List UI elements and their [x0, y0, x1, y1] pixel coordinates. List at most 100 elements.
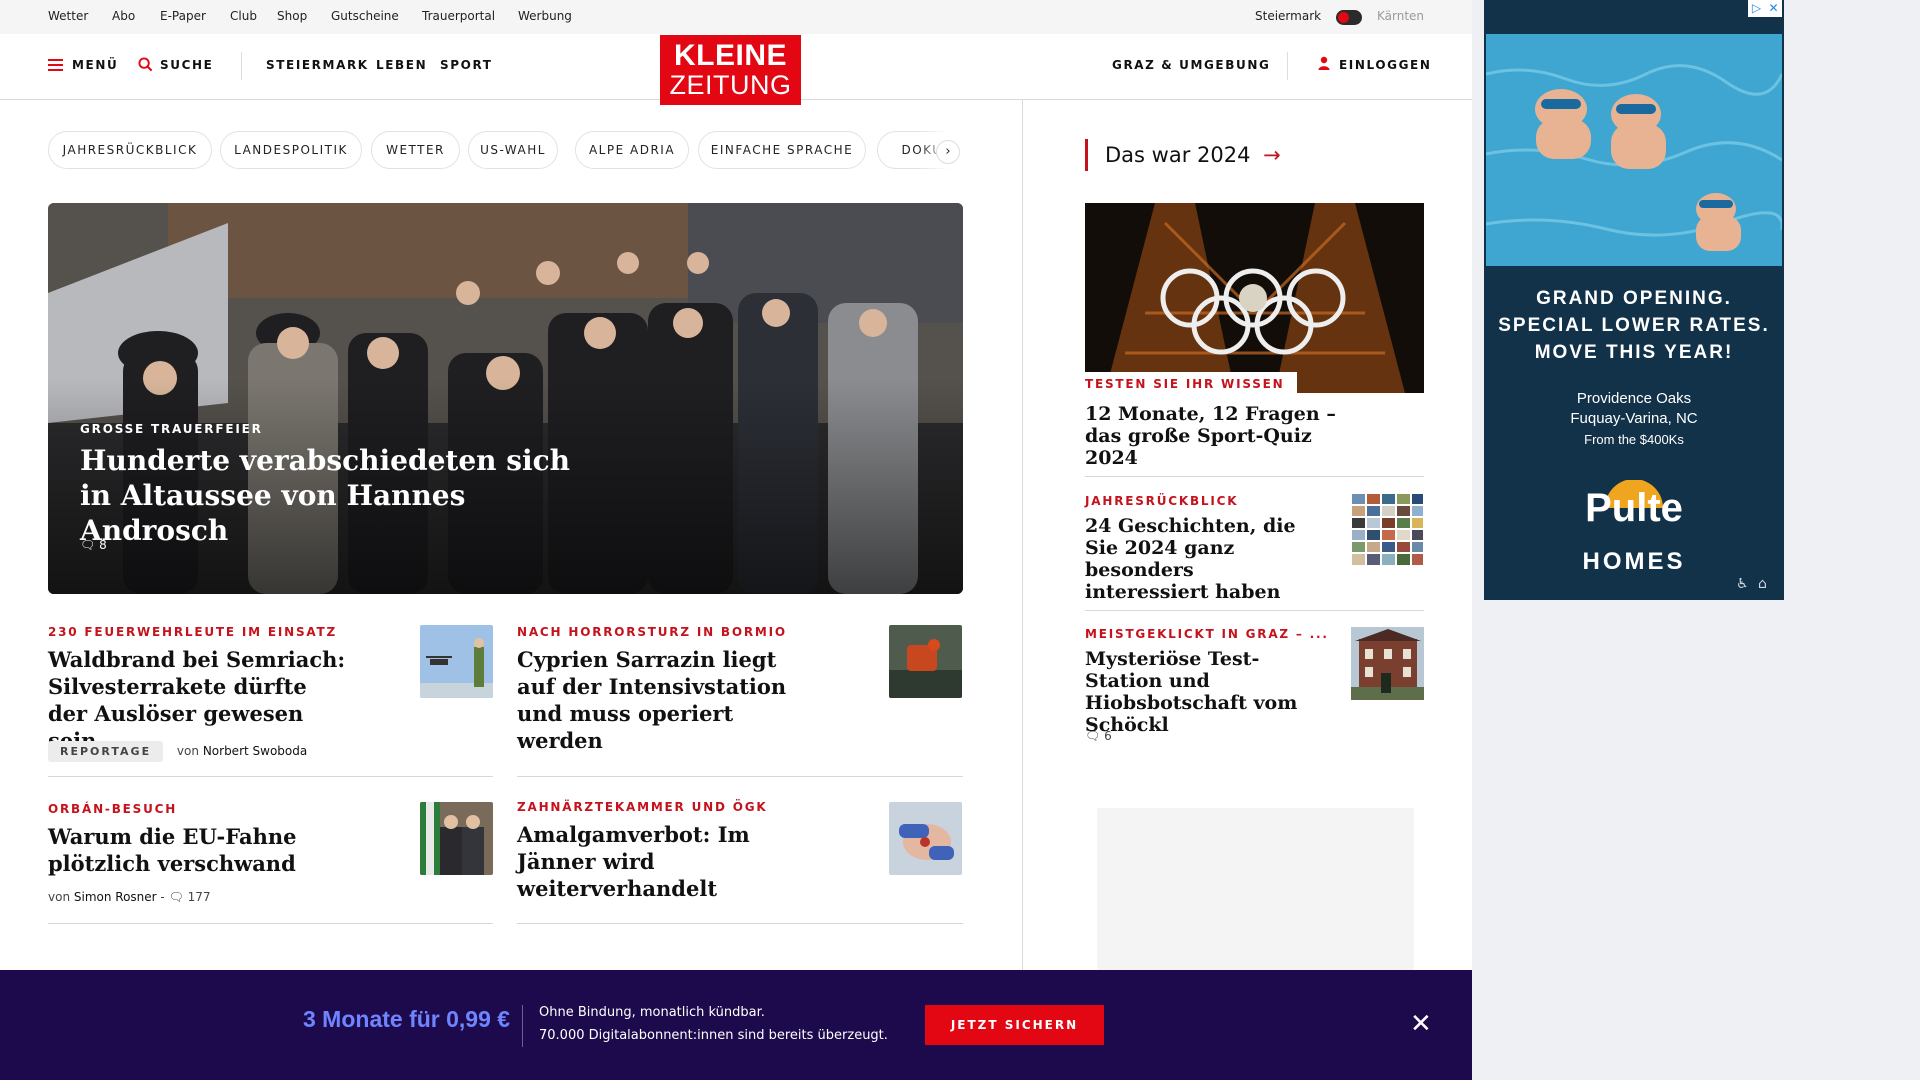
author-name[interactable]: Simon Rosner [74, 890, 157, 904]
feature-headline[interactable]: 12 Monate, 12 Fragen – das große Sport-Q… [1085, 403, 1345, 469]
sidebar-headline[interactable]: Mysteriöse Test-Station und Hiobsbotscha… [1085, 648, 1325, 736]
article-divider [517, 776, 963, 777]
article-headline[interactable]: Cyprien Sarrazin liegt auf der Intensivs… [517, 646, 817, 754]
equal-housing-icon: ⌂ [1758, 576, 1767, 592]
hero-comment-count[interactable]: 🗨 8 [80, 538, 107, 552]
article-headline[interactable]: Amalgamverbot: Im Jänner wird weiterverh… [517, 821, 817, 902]
region-kaernten[interactable]: Kärnten [1377, 9, 1424, 23]
nav-divider [241, 52, 242, 80]
tag-jahresrueckblick[interactable]: JAHRESRÜCKBLICK [48, 131, 212, 169]
sidebar-comment-count[interactable]: 🗨 6 [1085, 729, 1112, 743]
promo-line-2: 70.000 Digitalabonnent:innen sind bereit… [539, 1028, 888, 1043]
sidebar-headline[interactable]: 24 Geschichten, die Sie 2024 ganz besond… [1085, 515, 1320, 603]
utility-link-werbung[interactable]: Werbung [518, 9, 572, 23]
olympic-rings-image[interactable] [1085, 203, 1424, 393]
article-headline[interactable]: Waldbrand bei Semriach: Silvesterrakete … [48, 646, 348, 754]
article-teaser[interactable]: ORBÁN-BESUCH Warum die EU-Fahne plötzlic… [48, 802, 493, 877]
utility-link-abo[interactable]: Abo [112, 9, 135, 23]
close-icon[interactable]: ✕ [1410, 1010, 1432, 1038]
utility-link-epaper[interactable]: E-Paper [160, 9, 206, 23]
login-button[interactable]: EINLOGGEN [1339, 58, 1431, 72]
ad-community: Providence Oaks [1576, 390, 1692, 407]
article-headline[interactable]: Warum die EU-Fahne plötzlich verschwand [48, 823, 348, 877]
ad-price: From the $400Ks [1584, 432, 1684, 447]
nav-divider-right [1287, 52, 1288, 80]
sidebar-thumbnail[interactable] [1351, 493, 1424, 566]
nav-steiermark[interactable]: STEIERMARK [266, 58, 369, 72]
hero-article[interactable]: GROSSE TRAUERFEIER Hunderte verabschiede… [48, 203, 963, 594]
nav-graz-umgebung[interactable]: GRAZ & UMGEBUNG [1112, 58, 1270, 72]
promo-price: 3 Monate für 0,99 € [303, 1006, 511, 1032]
accessibility-icon: ♿ [1736, 576, 1749, 592]
article-teaser[interactable]: ZAHNÄRZTEKAMMER UND ÖGK Amalgamverbot: I… [517, 800, 962, 902]
column-divider [1022, 100, 1023, 970]
comment-icon: 🗨 [168, 890, 184, 904]
tag-einfache-sprache[interactable]: EINFACHE SPRACHE [698, 131, 866, 169]
subscription-banner: 3 Monate für 0,99 € Ohne Bindung, monatl… [0, 970, 1472, 1080]
arrow-right-icon: → [1263, 143, 1281, 167]
ad-headline-line-3: MOVE THIS YEAR! [1534, 342, 1734, 363]
byline-prefix: von [176, 744, 199, 758]
tag-alpe-adria[interactable]: ALPE ADRIA [575, 131, 689, 169]
tag-us-wahl[interactable]: US-WAHL [468, 131, 558, 169]
article-thumbnail[interactable] [420, 625, 493, 698]
nav-leben[interactable]: LEBEN [376, 58, 427, 72]
topic-tags: JAHRESRÜCKBLICK LANDESPOLITIK WETTER US-… [48, 131, 964, 169]
logo-line-1: KLEINE [673, 39, 787, 72]
article-divider [48, 923, 493, 924]
search-button[interactable]: SUCHE [160, 58, 213, 72]
utility-link-trauerportal[interactable]: Trauerportal [422, 9, 495, 23]
menu-button[interactable]: MENÜ [72, 58, 118, 72]
sidebar-divider [1085, 476, 1424, 477]
ad-slot-placeholder [1097, 808, 1414, 972]
utility-link-gutscheine[interactable]: Gutscheine [331, 9, 399, 23]
ad-choices-badge[interactable]: ▷ ✕ [1748, 0, 1782, 17]
ad-info-icon[interactable]: ▷ [1748, 0, 1765, 16]
subscribe-button[interactable]: JETZT SICHERN [925, 1005, 1104, 1045]
tag-wetter[interactable]: WETTER [371, 131, 460, 169]
utility-link-shop[interactable]: Shop [277, 9, 307, 23]
tags-next-button[interactable]: › [936, 140, 960, 164]
article-meta: von Simon Rosner - 🗨 177 [48, 890, 211, 904]
article-thumbnail[interactable] [420, 802, 493, 875]
ad-brand-name-line-2: HOMES [1582, 548, 1686, 575]
article-meta: REPORTAGE von Norbert Swoboda [48, 741, 307, 762]
hero-headline[interactable]: Hunderte verabschiedeten sich in Altauss… [80, 443, 600, 548]
ad-headline: GRAND OPENING. SPECIAL LOWER RATES. MOVE… [1484, 285, 1784, 366]
section-heading-das-war-2024[interactable]: Das war 2024 → [1085, 139, 1281, 171]
promo-line-1: Ohne Bindung, monatlich kündbar. [539, 1005, 765, 1020]
nav-sport[interactable]: SPORT [440, 58, 493, 72]
menu-icon[interactable] [48, 59, 63, 71]
author-name[interactable]: Norbert Swoboda [203, 744, 307, 758]
article-teaser[interactable]: 230 FEUERWEHRLEUTE IM EINSATZ Waldbrand … [48, 625, 493, 754]
sidebar-comment-number: 6 [1104, 729, 1112, 743]
ad-close-icon[interactable]: ✕ [1765, 0, 1782, 16]
hero-kicker: GROSSE TRAUERFEIER [80, 422, 263, 436]
tag-landespolitik[interactable]: LANDESPOLITIK [220, 131, 362, 169]
article-teaser[interactable]: NACH HORRORSTURZ IN BORMIO Cyprien Sarra… [517, 625, 962, 754]
ad-headline-line-2: SPECIAL LOWER RATES. [1498, 315, 1770, 336]
article-thumbnail[interactable] [889, 802, 962, 875]
article-divider [517, 923, 963, 924]
ad-pool-image [1486, 34, 1782, 266]
article-thumbnail[interactable] [889, 625, 962, 698]
utility-link-wetter[interactable]: Wetter [48, 9, 88, 23]
sidebar-divider [1085, 610, 1424, 611]
kleine-zeitung-logo[interactable]: KLEINE ZEITUNG [660, 35, 801, 105]
comment-icon: 🗨 [80, 538, 96, 552]
sidebar-thumbnail[interactable] [1351, 627, 1424, 700]
region-steiermark[interactable]: Steiermark [1255, 9, 1321, 23]
user-icon[interactable] [1318, 56, 1330, 70]
ad-headline-line-1: GRAND OPENING. [1536, 288, 1732, 309]
article-comment-count[interactable]: 177 [188, 890, 211, 904]
byline-prefix: von [48, 890, 71, 904]
ad-brand-name: Pulte [1585, 486, 1683, 530]
utility-link-club[interactable]: Club [230, 9, 257, 23]
advertisement-pulte[interactable]: GRAND OPENING. SPECIAL LOWER RATES. MOVE… [1484, 0, 1784, 600]
ad-location: Fuquay-Varina, NC [1570, 410, 1698, 427]
region-toggle[interactable] [1336, 10, 1362, 25]
search-icon[interactable] [138, 57, 153, 72]
article-divider [48, 776, 493, 777]
promo-divider [522, 1005, 523, 1047]
site-content: Wetter Abo E-Paper Club Shop Gutscheine … [0, 0, 1472, 1080]
